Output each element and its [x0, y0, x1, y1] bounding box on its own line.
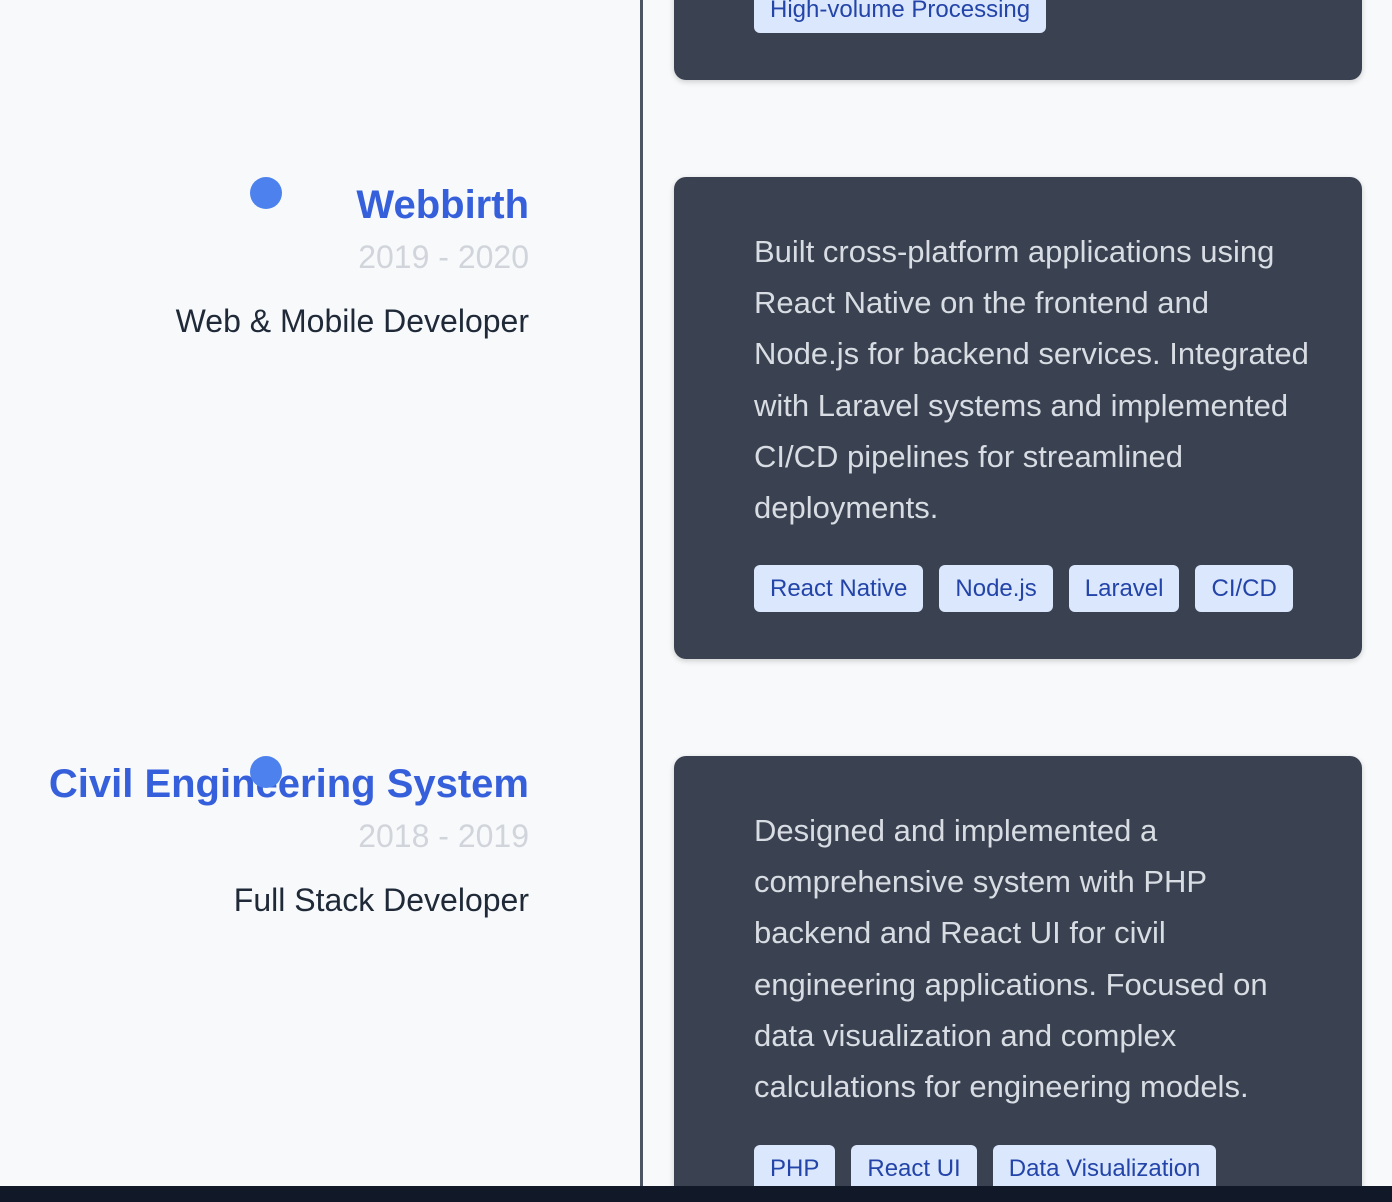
tag-list: High-volume Processing — [754, 0, 1322, 33]
tag: Laravel — [1068, 565, 1180, 613]
experience-heading: Webbirth 2019 - 2020 Web & Mobile Develo… — [0, 181, 529, 345]
experience-timeline-page: High-volume Processing Webbirth 2019 - 2… — [0, 0, 1392, 1202]
tag: Node.js — [939, 565, 1053, 613]
experience-card-previous: High-volume Processing — [674, 0, 1362, 80]
company-name: Webbirth — [356, 183, 529, 227]
experience-card: Designed and implemented a comprehensive… — [674, 756, 1362, 1202]
timeline-dot — [250, 756, 282, 788]
bottom-bar — [0, 1186, 1392, 1202]
tag-list: React Native Node.js Laravel CI/CD — [754, 565, 1322, 613]
experience-description: Built cross-platform applications using … — [754, 234, 1309, 526]
date-range: 2019 - 2020 — [358, 239, 529, 275]
timeline-line — [640, 0, 643, 1202]
experience-card: Built cross-platform applications using … — [674, 177, 1362, 659]
tag: CI/CD — [1195, 565, 1293, 613]
tag: React Native — [754, 565, 924, 613]
tag: High-volume Processing — [754, 0, 1047, 33]
experience-description: Designed and implemented a comprehensive… — [754, 813, 1268, 1105]
job-title: Web & Mobile Developer — [175, 303, 529, 339]
date-range: 2018 - 2019 — [358, 818, 529, 854]
job-title: Full Stack Developer — [233, 882, 529, 918]
